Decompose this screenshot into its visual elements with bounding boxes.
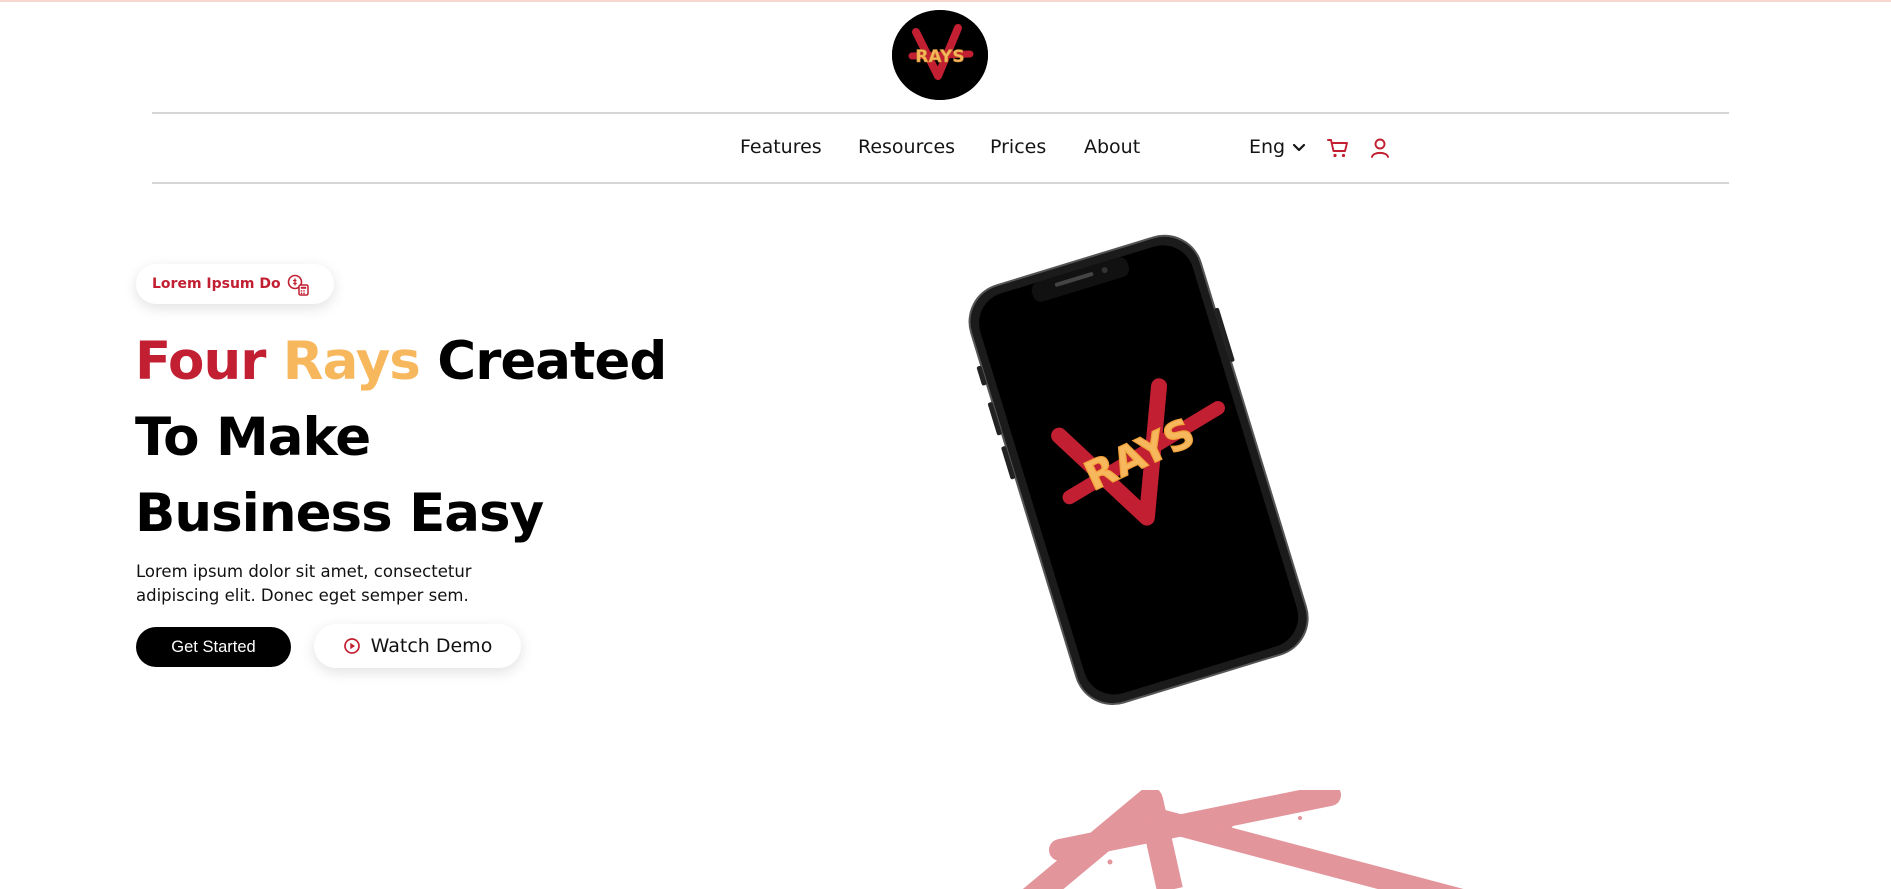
watch-demo-label: Watch Demo (370, 635, 493, 657)
nav-divider-bottom (152, 182, 1729, 184)
headline-line-3: Business Easy (135, 483, 544, 544)
hero-badge: Lorem Ipsum Do (136, 264, 334, 304)
user-icon[interactable] (1368, 136, 1392, 160)
decorative-brush-mark (1000, 790, 1520, 889)
nav-link-resources[interactable]: Resources (858, 136, 955, 158)
hero-description: Lorem ipsum dolor sit amet, consectetur … (136, 562, 472, 605)
watch-demo-button[interactable]: Watch Demo (314, 624, 521, 668)
chevron-down-icon (1293, 143, 1306, 152)
play-circle-icon (343, 638, 360, 654)
nav-link-features[interactable]: Features (740, 136, 822, 158)
headline-word-four: Four (135, 331, 266, 392)
nav-divider-top (152, 112, 1729, 114)
language-label: Eng (1249, 136, 1286, 158)
top-accent-line (0, 0, 1891, 2)
headline-word-rays: Rays (282, 331, 421, 392)
headline-word-created: Created (437, 331, 667, 392)
cart-icon[interactable] (1326, 136, 1350, 160)
brand-logo[interactable]: RAYS (892, 10, 988, 100)
headline-line-1: Four Rays Created (135, 324, 667, 400)
logo-text: RAYS (915, 47, 964, 67)
phone-mockup: RAYS (960, 228, 1316, 708)
nav-link-about[interactable]: About (1084, 136, 1140, 158)
coin-calculator-icon (287, 274, 309, 296)
brush-mark-graphic (1022, 790, 1464, 889)
main-nav: Features Resources Prices About Eng (0, 132, 1891, 164)
language-selector[interactable]: Eng (1249, 136, 1307, 158)
headline-line-2: To Make (135, 407, 371, 468)
get-started-button[interactable]: Get Started (136, 627, 291, 667)
nav-link-prices[interactable]: Prices (990, 136, 1046, 158)
hero-headline: Four Rays Created To Make Business Easy (135, 324, 667, 552)
phone-illustration: RAYS (968, 234, 1309, 706)
hero-badge-label: Lorem Ipsum Do (152, 276, 281, 292)
rays-logo-mark: RAYS (892, 10, 988, 100)
